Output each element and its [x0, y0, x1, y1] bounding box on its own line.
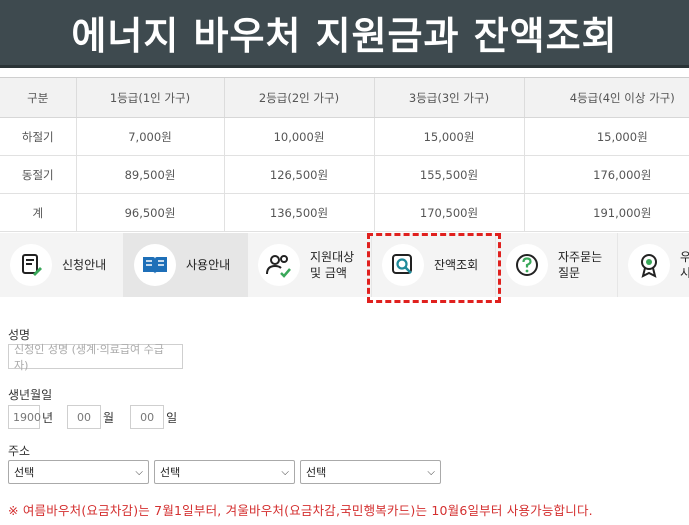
dob-label: 생년월일 — [8, 388, 53, 402]
address-select-province[interactable]: 선택 ⌵ — [8, 460, 149, 484]
tab-label: 잔액조회 — [434, 257, 479, 272]
table-cell: 136,500원 — [223, 193, 374, 232]
table-cell: 하절기 — [0, 117, 76, 156]
tab-usage-guide[interactable]: 사용안내 — [124, 233, 248, 297]
usage-notice: ※ 여름바우처(요금차감)는 7월1일부터, 겨울바우처(요금차감,국민행복카드… — [8, 503, 593, 518]
tab-label: 자주묻는 질문 — [558, 249, 603, 280]
tab-eligibility-amount[interactable]: 지원대상 및 금액 — [248, 233, 372, 297]
service-tabs: 신청안내 사용안내 지원대상 및 금액 잔액조회 자주묻는 질문 우 시 — [0, 233, 689, 297]
table-cell: 10,000원 — [223, 117, 374, 156]
question-icon — [506, 244, 548, 286]
table-cell: 7,000원 — [75, 117, 224, 156]
tab-label: 사용안내 — [186, 257, 231, 272]
table-cell: 155,500원 — [373, 155, 524, 194]
table-header-cell: 1등급(1인 가구) — [75, 77, 224, 118]
table-header-cell: 구분 — [0, 77, 76, 118]
table-header-cell: 2등급(2인 가구) — [223, 77, 374, 118]
tab-partial[interactable]: 우 시 — [618, 233, 689, 297]
address-label: 주소 — [8, 444, 31, 458]
people-check-icon — [258, 244, 300, 286]
dob-month-unit: 월 — [103, 410, 115, 425]
page-title: 에너지 바우처 지원금과 잔액조회 — [71, 14, 618, 58]
tab-label: 지원대상 및 금액 — [310, 249, 355, 280]
dob-year-input[interactable]: 1900 — [8, 405, 41, 429]
tab-label: 신청안내 — [62, 257, 107, 272]
tab-label: 우 시 — [680, 249, 689, 280]
open-book-icon — [134, 244, 176, 286]
table-cell: 89,500원 — [75, 155, 224, 194]
address-select-city[interactable]: 선택 ⌵ — [154, 460, 295, 484]
table-cell: 176,000원 — [523, 155, 689, 194]
table-cell: 191,000원 — [523, 193, 689, 232]
table-row: 하절기 7,000원 10,000원 15,000원 15,000원 — [0, 117, 689, 156]
select-value: 선택 — [306, 466, 327, 479]
select-value: 선택 — [14, 466, 35, 479]
name-input[interactable]: 신청인 성명 (생계·의료급여 수급자) — [8, 343, 183, 372]
tab-balance-inquiry[interactable]: 잔액조회 — [372, 233, 496, 297]
search-icon — [382, 244, 424, 286]
table-cell: 96,500원 — [75, 193, 224, 232]
table-cell: 126,500원 — [223, 155, 374, 194]
dob-day-input[interactable]: 00 — [130, 405, 165, 429]
name-placeholder: 신청인 성명 (생계·의료급여 수급자) — [14, 342, 164, 372]
address-select-district[interactable]: 선택 ⌵ — [300, 460, 441, 484]
table-header-cell: 3등급(3인 가구) — [373, 77, 524, 118]
table-cell: 계 — [0, 193, 76, 232]
tab-faq[interactable]: 자주묻는 질문 — [496, 233, 618, 297]
award-icon — [628, 244, 670, 286]
table-cell: 동절기 — [0, 155, 76, 194]
table-cell: 15,000원 — [523, 117, 689, 156]
table-row: 동절기 89,500원 126,500원 155,500원 176,000원 — [0, 155, 689, 194]
table-cell: 15,000원 — [373, 117, 524, 156]
chevron-down-icon: ⌵ — [427, 466, 435, 478]
voucher-amount-table: 구분 1등급(1인 가구) 2등급(2인 가구) 3등급(3인 가구) 4등급(… — [0, 77, 689, 232]
table-header-cell: 4등급(4인 이상 가구) — [523, 77, 689, 118]
chevron-down-icon: ⌵ — [281, 466, 289, 478]
table-header-row: 구분 1등급(1인 가구) 2등급(2인 가구) 3등급(3인 가구) 4등급(… — [0, 77, 689, 118]
address-selects: 선택 ⌵ 선택 ⌵ 선택 ⌵ — [8, 460, 446, 484]
dob-year-unit: 년 — [42, 410, 54, 425]
table-cell: 170,500원 — [373, 193, 524, 232]
dob-row: 1900 년 00 월 00 일 — [8, 405, 177, 429]
select-value: 선택 — [160, 466, 181, 479]
chevron-down-icon: ⌵ — [135, 466, 143, 478]
table-row: 계 96,500원 136,500원 170,500원 191,000원 — [0, 193, 689, 232]
tab-application-guide[interactable]: 신청안내 — [0, 233, 124, 297]
dob-month-input[interactable]: 00 — [67, 405, 102, 429]
title-banner: 에너지 바우처 지원금과 잔액조회 — [0, 0, 689, 68]
document-pen-icon — [10, 244, 52, 286]
dob-day-unit: 일 — [166, 410, 178, 425]
voucher-amount-table-container: 구분 1등급(1인 가구) 2등급(2인 가구) 3등급(3인 가구) 4등급(… — [0, 77, 689, 232]
